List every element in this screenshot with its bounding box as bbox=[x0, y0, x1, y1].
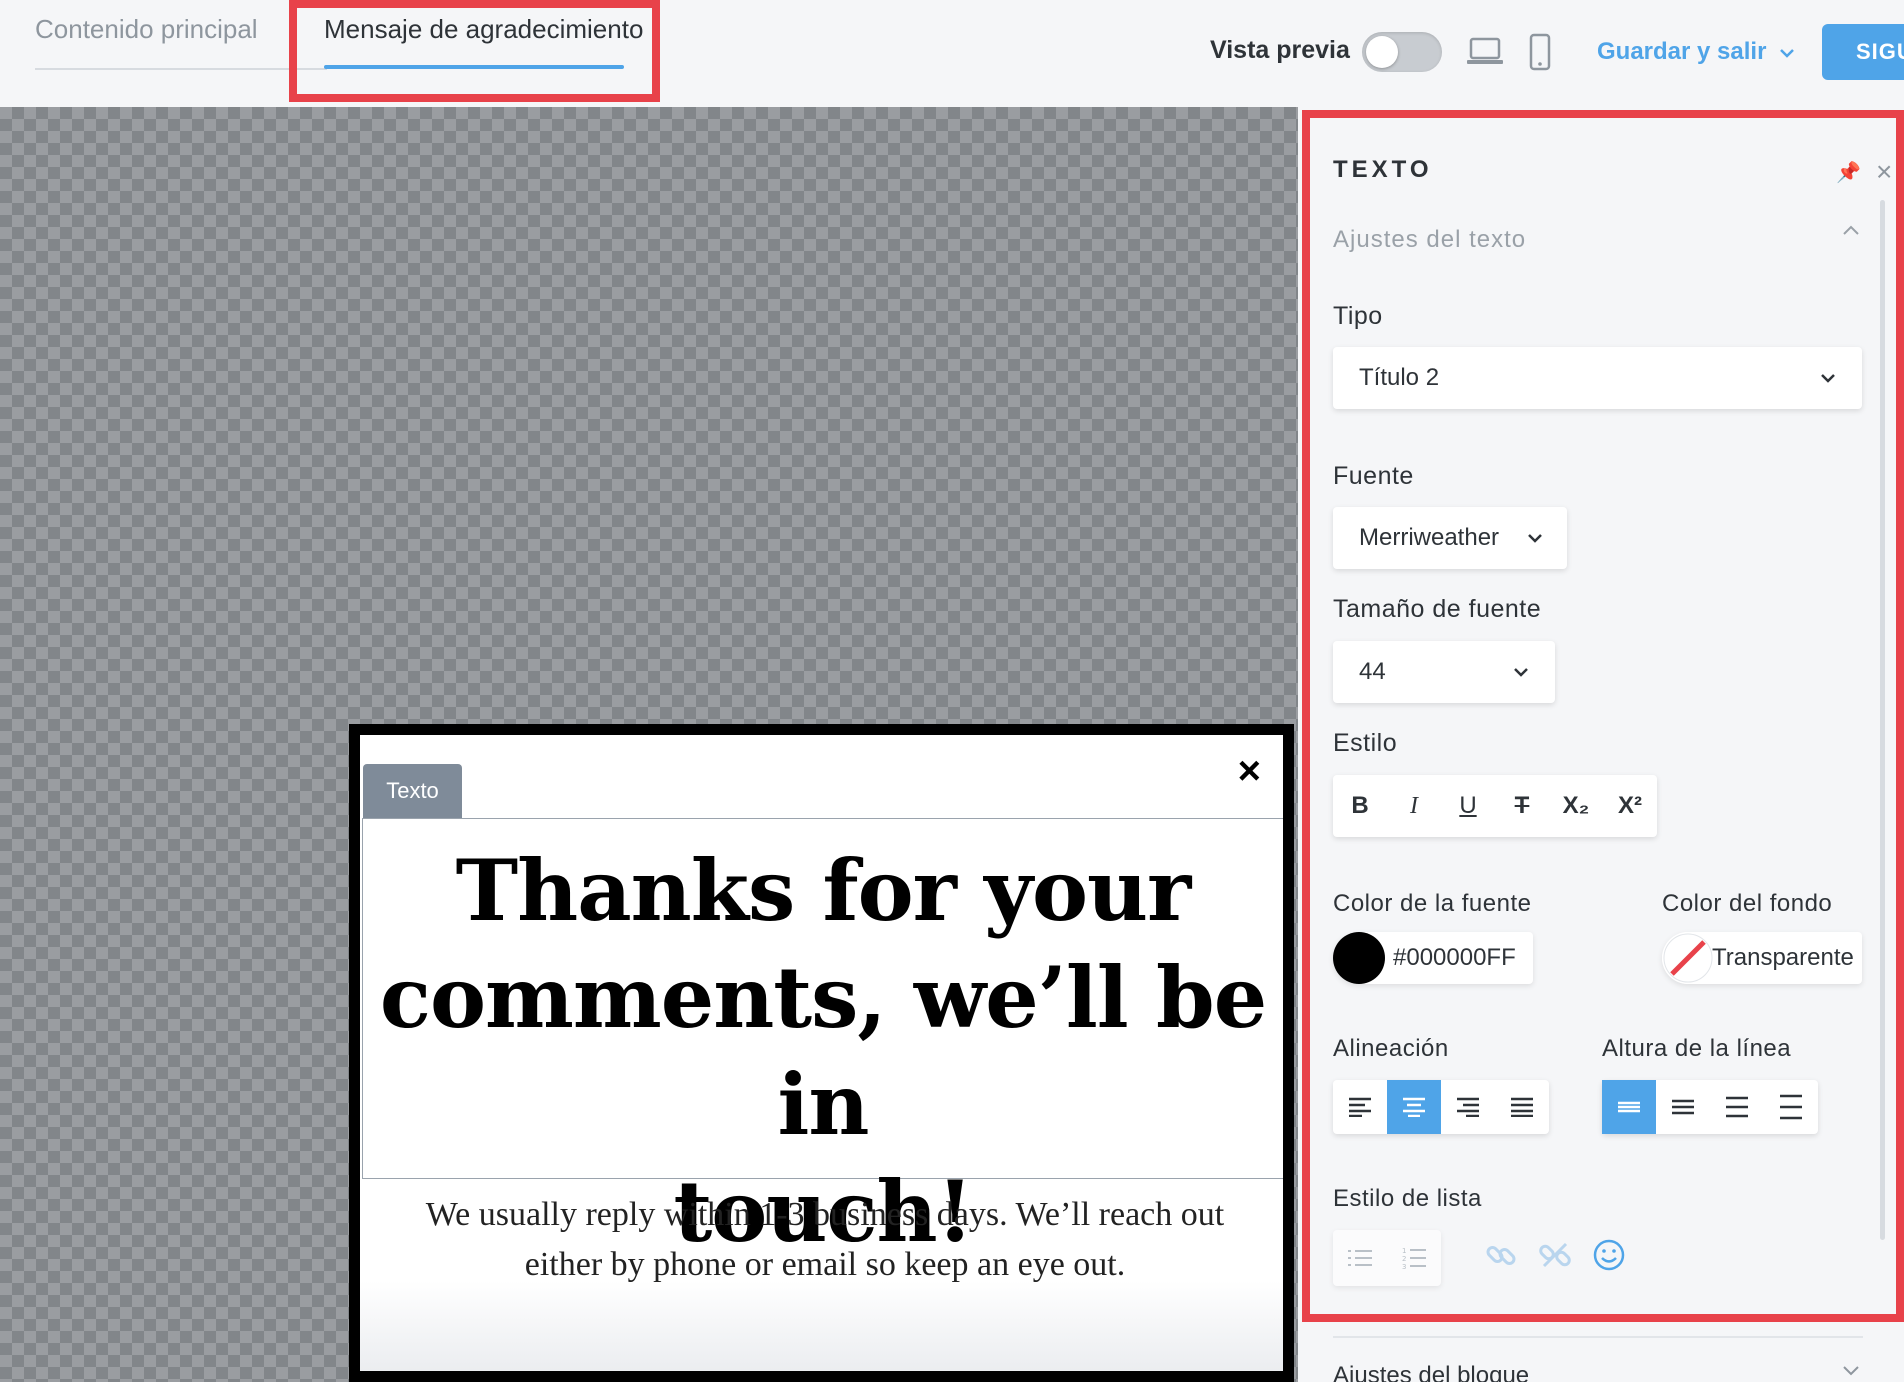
bg-color-value: Transparente bbox=[1712, 944, 1854, 971]
type-label: Tipo bbox=[1333, 302, 1383, 330]
line-height-loose-icon bbox=[1726, 1096, 1748, 1118]
line-height-4-button[interactable] bbox=[1764, 1080, 1818, 1134]
body-line-1: We usually reply within 1-3 business day… bbox=[425, 1196, 1225, 1233]
unlink-icon[interactable] bbox=[1538, 1238, 1572, 1272]
underline-button[interactable]: U bbox=[1441, 775, 1495, 837]
chevron-down-icon[interactable] bbox=[1842, 1364, 1860, 1376]
close-icon[interactable]: × bbox=[1876, 156, 1892, 188]
preview-label: Vista previa bbox=[1210, 36, 1350, 64]
line-height-normal-icon bbox=[1672, 1099, 1694, 1115]
popup-body-text[interactable]: We usually reply within 1-3 business day… bbox=[380, 1190, 1270, 1290]
align-left-button[interactable] bbox=[1333, 1080, 1387, 1134]
font-color-label: Color de la fuente bbox=[1333, 890, 1532, 917]
font-size-label: Tamaño de fuente bbox=[1333, 595, 1542, 623]
popup-preview: × Texto Thanks for your comments, we’ll … bbox=[349, 724, 1294, 1382]
mobile-icon[interactable] bbox=[1529, 33, 1551, 71]
bullet-list-icon bbox=[1348, 1250, 1372, 1266]
style-button-group: B I U T X₂ X² bbox=[1333, 775, 1657, 837]
line-height-1-button[interactable] bbox=[1602, 1080, 1656, 1134]
line-height-widest-icon bbox=[1780, 1094, 1802, 1120]
line-height-button-group bbox=[1602, 1080, 1818, 1134]
popup-close-icon[interactable]: × bbox=[1238, 751, 1261, 791]
align-center-icon bbox=[1403, 1097, 1425, 1117]
numbered-list-icon: 123 bbox=[1402, 1247, 1426, 1269]
strikethrough-button[interactable]: T bbox=[1495, 775, 1549, 837]
line-height-label: Altura de la línea bbox=[1602, 1035, 1792, 1062]
italic-button[interactable]: I bbox=[1387, 775, 1441, 837]
link-icon[interactable] bbox=[1484, 1238, 1518, 1272]
svg-text:3: 3 bbox=[1402, 1263, 1406, 1269]
laptop-icon[interactable] bbox=[1466, 36, 1504, 66]
list-style-button-group: 123 bbox=[1333, 1230, 1441, 1286]
line-height-tight-icon bbox=[1618, 1101, 1640, 1113]
font-select[interactable]: Merriweather bbox=[1333, 507, 1567, 569]
font-select-value: Merriweather bbox=[1359, 524, 1500, 551]
save-and-exit-label: Guardar y salir bbox=[1597, 38, 1767, 65]
toggle-knob bbox=[1366, 36, 1398, 68]
type-select[interactable]: Título 2 bbox=[1333, 347, 1862, 409]
numbered-list-button[interactable]: 123 bbox=[1387, 1230, 1441, 1286]
preview-toggle[interactable] bbox=[1362, 32, 1442, 72]
popup-content: × Texto Thanks for your comments, we’ll … bbox=[360, 735, 1283, 1371]
bold-button[interactable]: B bbox=[1333, 775, 1387, 837]
font-color-picker[interactable]: #000000FF bbox=[1333, 932, 1533, 984]
popup-fade bbox=[360, 1281, 1283, 1371]
line-height-3-button[interactable] bbox=[1710, 1080, 1764, 1134]
pin-icon[interactable]: 📌 bbox=[1836, 160, 1861, 185]
superscript-button[interactable]: X² bbox=[1603, 775, 1657, 837]
emoji-icon[interactable] bbox=[1592, 1238, 1626, 1272]
list-style-label: Estilo de lista bbox=[1333, 1185, 1482, 1212]
chevron-down-icon bbox=[1528, 534, 1542, 543]
style-label: Estilo bbox=[1333, 729, 1398, 757]
font-label: Fuente bbox=[1333, 462, 1414, 490]
heading-line-2: comments, we’ll be in bbox=[379, 948, 1267, 1154]
svg-text:2: 2 bbox=[1402, 1255, 1406, 1263]
align-justify-icon bbox=[1511, 1097, 1533, 1117]
heading-line-1: Thanks for your bbox=[455, 841, 1192, 940]
tab-main-content[interactable]: Contenido principal bbox=[35, 12, 258, 46]
tab-main-content-underline bbox=[35, 68, 327, 70]
align-right-button[interactable] bbox=[1441, 1080, 1495, 1134]
align-justify-button[interactable] bbox=[1495, 1080, 1549, 1134]
alignment-button-group bbox=[1333, 1080, 1549, 1134]
font-color-swatch bbox=[1333, 932, 1385, 984]
alignment-label: Alineación bbox=[1333, 1035, 1449, 1062]
panel-highlight-box bbox=[1302, 110, 1904, 1322]
block-settings-section-title[interactable]: Ajustes del bloque bbox=[1333, 1362, 1529, 1382]
bg-color-label: Color del fondo bbox=[1662, 890, 1833, 917]
chevron-down-icon bbox=[1780, 49, 1794, 58]
top-bar: Contenido principal Mensaje de agradecim… bbox=[0, 0, 1904, 107]
transparent-swatch bbox=[1662, 932, 1714, 984]
font-size-value: 44 bbox=[1359, 658, 1386, 685]
subscript-button[interactable]: X₂ bbox=[1549, 775, 1603, 837]
section-divider bbox=[1333, 1336, 1863, 1338]
chevron-up-icon[interactable] bbox=[1842, 224, 1860, 236]
align-left-icon bbox=[1349, 1097, 1371, 1117]
panel-title: TEXTO bbox=[1333, 156, 1433, 183]
tab-highlight-box bbox=[289, 0, 660, 102]
selected-text-block[interactable]: Thanks for your comments, we’ll be in to… bbox=[362, 818, 1283, 1261]
type-select-value: Título 2 bbox=[1359, 364, 1440, 391]
chevron-down-icon bbox=[1514, 668, 1528, 677]
bg-color-picker[interactable]: Transparente bbox=[1662, 932, 1862, 984]
text-settings-section-title[interactable]: Ajustes del texto bbox=[1333, 226, 1526, 254]
font-color-value: #000000FF bbox=[1393, 944, 1516, 971]
chevron-down-icon bbox=[1821, 374, 1835, 383]
align-right-icon bbox=[1457, 1097, 1479, 1117]
next-button[interactable]: SIGU bbox=[1822, 24, 1904, 80]
save-and-exit-button[interactable]: Guardar y salir bbox=[1597, 38, 1795, 66]
svg-text:1: 1 bbox=[1402, 1247, 1406, 1255]
text-block-tag[interactable]: Texto bbox=[363, 764, 462, 818]
align-center-button[interactable] bbox=[1387, 1080, 1441, 1134]
bullet-list-button[interactable] bbox=[1333, 1230, 1387, 1286]
font-size-select[interactable]: 44 bbox=[1333, 641, 1555, 703]
line-height-2-button[interactable] bbox=[1656, 1080, 1710, 1134]
